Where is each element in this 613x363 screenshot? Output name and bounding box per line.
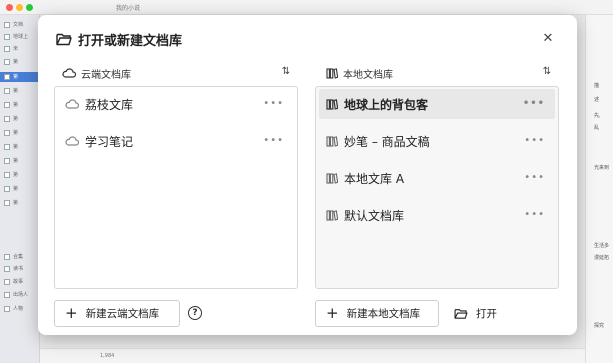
cloud-icon — [65, 136, 79, 146]
local-library-item[interactable]: 本地文库 A ••• — [319, 163, 555, 193]
sidebar-item[interactable]: 第 — [4, 157, 18, 164]
sort-local-button[interactable]: ⇅ — [541, 66, 553, 80]
folder-open-icon — [454, 308, 468, 319]
local-library-item-selected[interactable]: 地球上的背包客 ••• — [319, 89, 555, 119]
help-icon[interactable]: ? — [188, 306, 202, 320]
library-books-icon — [326, 209, 338, 221]
close-window-button[interactable] — [6, 4, 13, 11]
sidebar-item[interactable]: 出场人 — [4, 291, 28, 298]
app-statusbar: 1,984 — [40, 348, 585, 363]
sidebar-item[interactable]: 地球上 — [4, 33, 28, 40]
sidebar-item[interactable]: 第 — [4, 87, 18, 94]
library-books-icon — [326, 67, 338, 79]
library-name: 本地文库 A — [344, 171, 405, 186]
more-options-button[interactable]: ••• — [524, 172, 545, 183]
sidebar-item[interactable]: 文档 — [4, 21, 23, 28]
cloud-library-list: 荔枝文库 ••• 学习笔记 ••• — [54, 86, 298, 289]
open-library-dialog: 打开或新建文档库 ✕ 云端文档库 ⇅ 荔枝文库 ••• 学习笔记 ••• + 新… — [38, 15, 577, 335]
window-title: 我的小说 — [116, 5, 141, 12]
sidebar-item[interactable]: 第 — [4, 129, 18, 136]
sidebar-item[interactable]: 第 — [4, 143, 18, 150]
plus-icon: + — [326, 304, 339, 322]
more-options-button[interactable]: ••• — [263, 98, 284, 109]
library-books-icon — [326, 135, 338, 147]
sidebar-item[interactable]: 合集 — [4, 253, 23, 260]
button-label: 打开 — [476, 307, 497, 320]
more-options-button[interactable]: ••• — [263, 135, 284, 146]
local-library-item[interactable]: 默认文档库 ••• — [319, 200, 555, 230]
open-library-button[interactable]: 打开 — [454, 305, 497, 321]
new-cloud-library-button[interactable]: + 新建云端文档库 — [54, 300, 180, 327]
button-label: 新建云端文档库 — [85, 308, 160, 320]
button-label: 新建本地文档库 — [346, 308, 421, 320]
cloud-icon — [62, 68, 76, 78]
more-options-button[interactable]: ••• — [524, 135, 545, 146]
sidebar-item[interactable]: 第 — [4, 199, 18, 206]
app-right-panel: 描 述 先, 乱 光来到 生活多 漫延拓 探究 — [585, 15, 613, 363]
library-name: 地球上的背包客 — [344, 97, 429, 112]
sidebar-item[interactable]: 第 — [4, 73, 18, 80]
sidebar-item[interactable]: 人物 — [4, 305, 23, 312]
minimize-window-button[interactable] — [16, 4, 23, 11]
cloud-icon — [65, 99, 79, 109]
more-options-button[interactable]: ••• — [524, 209, 545, 220]
folder-open-icon — [56, 33, 72, 46]
cloud-section-header: 云端文档库 — [62, 65, 131, 81]
app-sidebar: 文档 地球上 米 第 第 第 第 第 第 第 第 第 第 第 合集 读书 故事 … — [0, 15, 40, 363]
zoom-window-button[interactable] — [26, 4, 33, 11]
more-options-button[interactable]: ••• — [523, 98, 545, 109]
library-books-icon — [326, 172, 338, 184]
cloud-section-title: 云端文档库 — [81, 69, 131, 81]
local-library-item[interactable]: 妙笔 – 商品文稿 ••• — [319, 126, 555, 156]
library-books-icon — [326, 98, 338, 110]
cloud-library-item[interactable]: 荔枝文库 ••• — [58, 89, 294, 119]
sidebar-item[interactable]: 第 — [4, 185, 18, 192]
plus-icon: + — [65, 304, 78, 322]
sidebar-item[interactable]: 故事 — [4, 278, 23, 285]
sidebar-item[interactable]: 第 — [4, 58, 18, 65]
library-name: 荔枝文库 — [85, 97, 134, 112]
close-dialog-button[interactable]: ✕ — [540, 31, 556, 47]
local-library-list: 地球上的背包客 ••• 妙笔 – 商品文稿 ••• 本地文库 A ••• 默认文… — [315, 86, 559, 289]
library-name: 默认文档库 — [344, 208, 405, 223]
library-name: 妙笔 – 商品文稿 — [344, 134, 430, 149]
sidebar-item[interactable]: 第 — [4, 115, 18, 122]
library-name: 学习笔记 — [85, 134, 134, 149]
word-count: 1,984 — [100, 353, 115, 359]
sort-cloud-button[interactable]: ⇅ — [280, 66, 292, 80]
cloud-library-item[interactable]: 学习笔记 ••• — [58, 126, 294, 156]
sidebar-item[interactable]: 第 — [4, 101, 18, 108]
sidebar-item[interactable]: 米 — [4, 45, 18, 52]
local-section-header: 本地文档库 — [326, 65, 393, 81]
sidebar-item[interactable]: 第 — [4, 171, 18, 178]
app-titlebar: 我的小说 — [0, 0, 613, 15]
new-local-library-button[interactable]: + 新建本地文档库 — [315, 300, 439, 327]
sidebar-item[interactable]: 读书 — [4, 265, 23, 272]
dialog-title: 打开或新建文档库 — [78, 34, 183, 49]
local-section-title: 本地文档库 — [343, 69, 393, 81]
